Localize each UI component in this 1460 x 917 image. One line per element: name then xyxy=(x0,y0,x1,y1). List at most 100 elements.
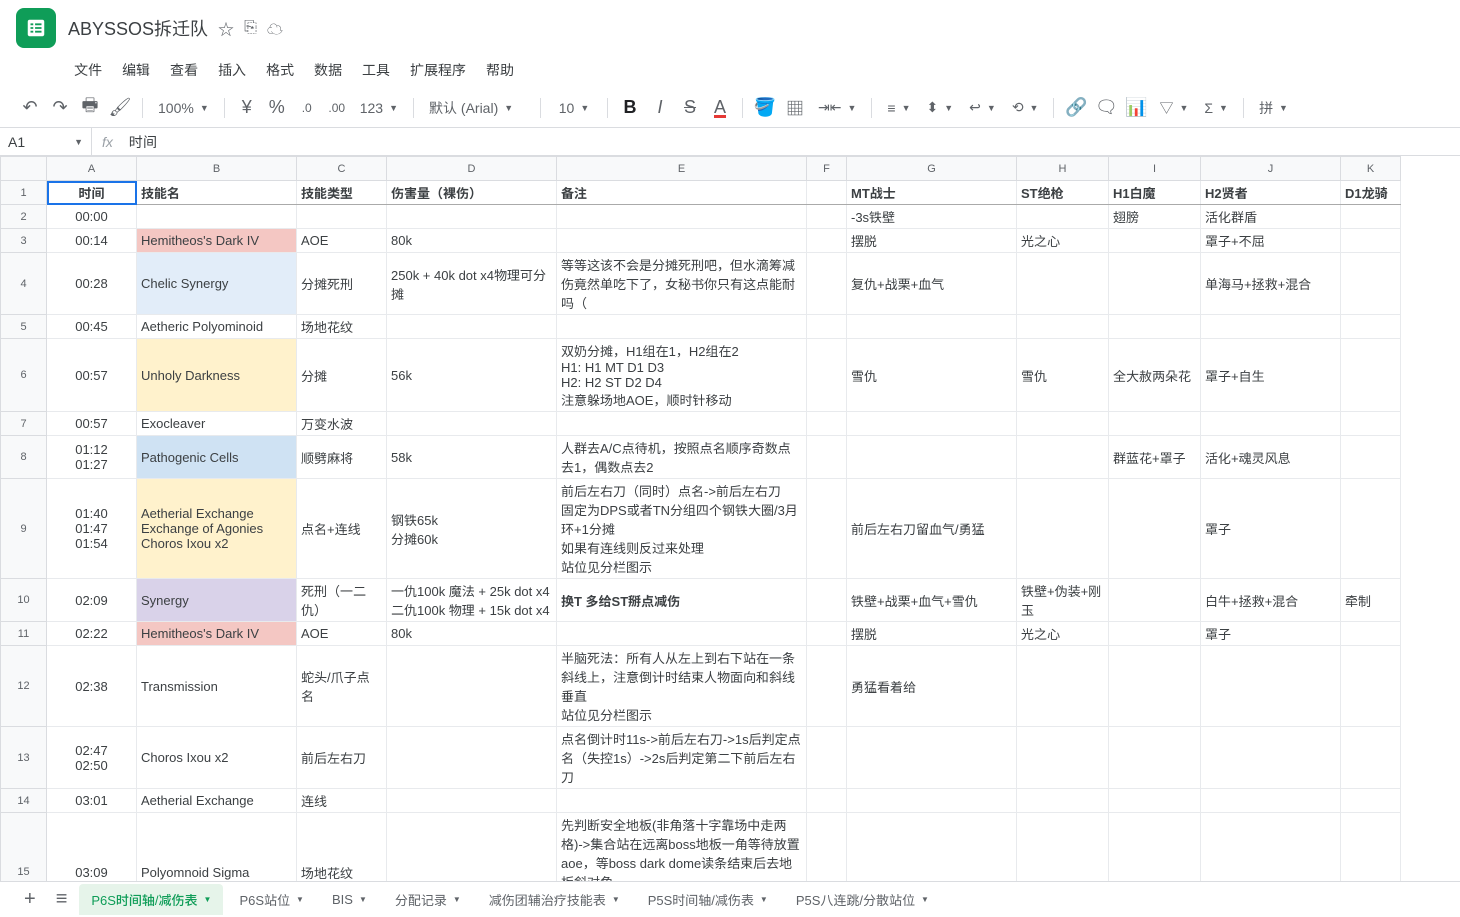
cell[interactable]: 铁壁+伪装+刚玉 xyxy=(1017,579,1109,622)
header-cell[interactable]: H2贤者 xyxy=(1201,181,1341,205)
redo-icon[interactable]: ↷ xyxy=(46,94,74,122)
cell[interactable]: 光之心 xyxy=(1017,622,1109,646)
cell[interactable]: 雪仇 xyxy=(1017,339,1109,412)
cell[interactable]: Exocleaver xyxy=(137,412,297,436)
cell[interactable] xyxy=(1109,479,1201,579)
cell[interactable]: 翅膀 xyxy=(1109,205,1201,229)
percent-icon[interactable]: % xyxy=(263,94,291,122)
cell[interactable]: 雪仇 xyxy=(847,339,1017,412)
cell[interactable] xyxy=(807,315,847,339)
cell[interactable] xyxy=(387,412,557,436)
cell[interactable]: 一仇100k 魔法 + 25k dot x4 二仇100k 物理 + 15k d… xyxy=(387,579,557,622)
menu-扩展程序[interactable]: 扩展程序 xyxy=(402,56,474,84)
cell[interactable]: 顺劈麻将 xyxy=(297,436,387,479)
cell[interactable]: 全大赦两朵花 xyxy=(1109,339,1201,412)
cell[interactable] xyxy=(1017,315,1109,339)
cell[interactable] xyxy=(1341,813,1401,882)
col-header-I[interactable]: I xyxy=(1109,157,1201,181)
cell[interactable] xyxy=(807,436,847,479)
cell[interactable] xyxy=(557,229,807,253)
cell[interactable] xyxy=(1201,315,1341,339)
row-header-2[interactable]: 2 xyxy=(1,205,47,229)
cell[interactable] xyxy=(1341,436,1401,479)
row-header-15[interactable]: 15 xyxy=(1,813,47,882)
cell[interactable]: 03:09 xyxy=(47,813,137,882)
cell[interactable] xyxy=(1109,412,1201,436)
cell[interactable]: 先判断安全地板(非角落十字靠场中走两格)->集合站在远离boss地板一角等待放置… xyxy=(557,813,807,882)
input-method-button[interactable]: 拼▼ xyxy=(1252,95,1295,121)
cell[interactable] xyxy=(137,205,297,229)
row-header-10[interactable]: 10 xyxy=(1,579,47,622)
cell[interactable]: 前后左右刀 xyxy=(297,727,387,789)
cell[interactable] xyxy=(807,727,847,789)
cell[interactable]: 半脑死法：所有人从左上到右下站在一条斜线上，注意倒计时结束人物面向和斜线垂直 站… xyxy=(557,646,807,727)
wrap-button[interactable]: ↩▼ xyxy=(962,95,1003,121)
cell[interactable]: 蛇头/爪子点名 xyxy=(297,646,387,727)
name-box[interactable]: A1▼ xyxy=(0,128,92,155)
cell[interactable] xyxy=(557,412,807,436)
merge-cells-button[interactable]: ⇥⇤▼ xyxy=(811,95,863,121)
cell[interactable] xyxy=(1017,412,1109,436)
header-cell[interactable]: 时间 xyxy=(47,181,137,205)
link-icon[interactable]: 🔗 xyxy=(1062,94,1090,122)
menu-查看[interactable]: 查看 xyxy=(162,56,206,84)
cell[interactable]: 分摊 xyxy=(297,339,387,412)
app-logo[interactable] xyxy=(16,8,56,48)
number-format-select[interactable]: 123▼ xyxy=(353,95,405,121)
sheet-tab[interactable]: P6S站位▼ xyxy=(227,884,316,915)
star-icon[interactable]: ☆ xyxy=(218,16,234,40)
cell[interactable]: 场地花纹 xyxy=(297,315,387,339)
sheet-tab[interactable]: 减伤团辅治疗技能表▼ xyxy=(477,884,632,915)
cell[interactable] xyxy=(847,412,1017,436)
currency-icon[interactable]: ¥ xyxy=(233,94,261,122)
cell[interactable]: 前后左右刀留血气/勇猛 xyxy=(847,479,1017,579)
cell[interactable] xyxy=(1341,646,1401,727)
header-cell[interactable]: ST绝枪 xyxy=(1017,181,1109,205)
cell[interactable]: -3s铁壁 xyxy=(847,205,1017,229)
cell[interactable]: 02:22 xyxy=(47,622,137,646)
cell[interactable] xyxy=(1017,479,1109,579)
cell[interactable] xyxy=(1109,253,1201,315)
cell[interactable] xyxy=(1017,253,1109,315)
cell[interactable]: 复仇+战栗+血气 xyxy=(847,253,1017,315)
cell[interactable]: 250k + 40k dot x4物理可分摊 xyxy=(387,253,557,315)
cell[interactable]: 万变水波 xyxy=(297,412,387,436)
cell[interactable] xyxy=(1201,646,1341,727)
cell[interactable]: 活化群盾 xyxy=(1201,205,1341,229)
cell[interactable] xyxy=(847,813,1017,882)
font-size-select[interactable]: 10▼ xyxy=(549,95,599,121)
cell[interactable]: 双奶分摊，H1组在1，H2组在2 H1: H1 MT D1 D3 H2: H2 … xyxy=(557,339,807,412)
cell[interactable]: 03:01 xyxy=(47,789,137,813)
cell[interactable] xyxy=(1341,727,1401,789)
cell[interactable]: 分摊死刑 xyxy=(297,253,387,315)
cell[interactable] xyxy=(847,315,1017,339)
cell[interactable] xyxy=(1109,229,1201,253)
cell[interactable] xyxy=(387,205,557,229)
cell[interactable] xyxy=(1017,727,1109,789)
cell[interactable] xyxy=(557,789,807,813)
cell[interactable]: 光之心 xyxy=(1017,229,1109,253)
cell[interactable] xyxy=(847,727,1017,789)
cell[interactable] xyxy=(1109,622,1201,646)
row-header-9[interactable]: 9 xyxy=(1,479,47,579)
cell[interactable] xyxy=(1201,412,1341,436)
strike-button[interactable]: S xyxy=(676,94,704,122)
cell[interactable] xyxy=(387,646,557,727)
cell[interactable]: Transmission xyxy=(137,646,297,727)
cell[interactable]: AOE xyxy=(297,229,387,253)
filter-button[interactable]: ▽▼ xyxy=(1152,95,1195,121)
cell[interactable]: 00:45 xyxy=(47,315,137,339)
cell[interactable]: 群蓝花+罩子 xyxy=(1109,436,1201,479)
cell[interactable] xyxy=(1341,253,1401,315)
cell[interactable] xyxy=(807,253,847,315)
cell[interactable]: 01:12 01:27 xyxy=(47,436,137,479)
cell[interactable] xyxy=(1017,789,1109,813)
functions-button[interactable]: Σ▼ xyxy=(1197,95,1235,121)
cell[interactable]: Hemitheos's Dark IV xyxy=(137,229,297,253)
print-icon[interactable]: 🖶 xyxy=(76,94,104,122)
row-header-11[interactable]: 11 xyxy=(1,622,47,646)
cell[interactable]: 牵制 xyxy=(1341,579,1401,622)
font-select[interactable]: 默认 (Arial)▼ xyxy=(422,95,532,121)
cell[interactable] xyxy=(847,789,1017,813)
menu-格式[interactable]: 格式 xyxy=(258,56,302,84)
